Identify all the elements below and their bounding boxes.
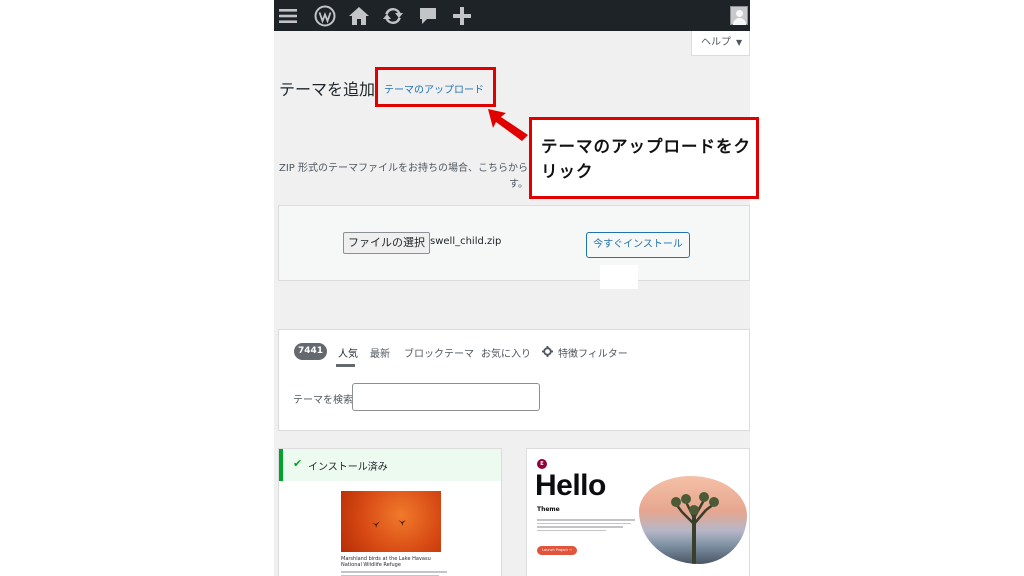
add-new-icon[interactable] xyxy=(450,4,474,28)
help-tab[interactable]: ヘルプ ▼ xyxy=(691,31,750,56)
annotation-highlight-box xyxy=(375,67,496,107)
choose-file-button[interactable]: ファイルの選択 xyxy=(343,232,430,254)
bird-silhouette xyxy=(398,520,406,526)
page-title: テーマを追加 xyxy=(279,80,376,99)
screenshot-stage: ヘルプ ▼ テーマを追加 テーマのアップロード ZIP 形式のテーマファイルをお持… xyxy=(0,0,1024,576)
theme-card-installed[interactable]: ✔ インストール済み Marshland birds at the Lake H… xyxy=(278,448,502,576)
theme-caption: Marshland birds at the Lake Havasu Natio… xyxy=(341,556,431,568)
checkmark-icon: ✔ xyxy=(293,457,303,470)
annotation-callout: テーマのアップロードをクリック xyxy=(529,117,759,199)
hello-theme-subtitle: Theme xyxy=(537,506,560,513)
installed-label: インストール済み xyxy=(308,462,388,473)
tab-block-themes[interactable]: ブロックテーマ xyxy=(404,345,474,360)
selected-file-name: swell_child.zip xyxy=(430,236,502,247)
annotation-arrow-icon xyxy=(488,109,528,141)
upload-form: ファイルの選択 swell_child.zip 今すぐインストール xyxy=(278,205,750,281)
hello-theme-image xyxy=(639,476,747,564)
caption-placeholder-lines xyxy=(341,571,447,576)
home-icon[interactable] xyxy=(347,4,371,28)
comments-icon[interactable] xyxy=(416,4,440,28)
admin-bar xyxy=(274,0,750,31)
upload-description: ZIP 形式のテーマファイルをお持ちの場合、こちらから す。 xyxy=(278,163,528,190)
hello-cta-button: Launch Project → xyxy=(537,546,577,555)
wordpress-logo-icon[interactable] xyxy=(313,4,337,28)
bird-silhouette xyxy=(372,521,380,528)
hello-placeholder-text xyxy=(537,519,635,533)
help-tab-label: ヘルプ xyxy=(701,37,731,48)
gear-icon[interactable] xyxy=(542,346,553,357)
active-tab-indicator xyxy=(336,364,355,367)
theme-screenshot xyxy=(341,491,441,552)
avatar[interactable] xyxy=(730,6,748,25)
hello-theme-title: Hello xyxy=(535,469,606,502)
menu-icon[interactable] xyxy=(276,4,300,28)
tab-latest[interactable]: 最新 xyxy=(370,345,390,360)
search-label: テーマを検索 xyxy=(293,395,353,406)
callout-text: テーマのアップロードをクリック xyxy=(541,137,751,181)
tab-feature-filter[interactable]: 特徴フィルター xyxy=(558,345,628,360)
tab-favorites[interactable]: お気に入り xyxy=(481,345,531,360)
updates-icon[interactable] xyxy=(381,4,405,28)
install-now-button[interactable]: 今すぐインストール xyxy=(586,232,690,258)
theme-count-badge: 7441 xyxy=(294,343,327,360)
theme-search-input[interactable] xyxy=(352,383,540,411)
theme-filter-bar: 7441 人気 最新 ブロックテーマ お気に入り 特徴フィルター テーマを検索 xyxy=(278,329,750,431)
overlay-patch xyxy=(600,265,638,289)
chevron-down-icon: ▼ xyxy=(736,38,743,47)
tab-popular[interactable]: 人気 xyxy=(338,345,358,360)
installed-notice: ✔ インストール済み xyxy=(279,449,501,481)
elementor-logo-icon: E xyxy=(537,459,547,469)
theme-card-hello[interactable]: E Hello Theme Launch Project → xyxy=(526,448,750,576)
wp-admin-viewport: ヘルプ ▼ テーマを追加 テーマのアップロード ZIP 形式のテーマファイルをお持… xyxy=(274,0,750,576)
joshua-tree-illustration xyxy=(671,492,719,564)
